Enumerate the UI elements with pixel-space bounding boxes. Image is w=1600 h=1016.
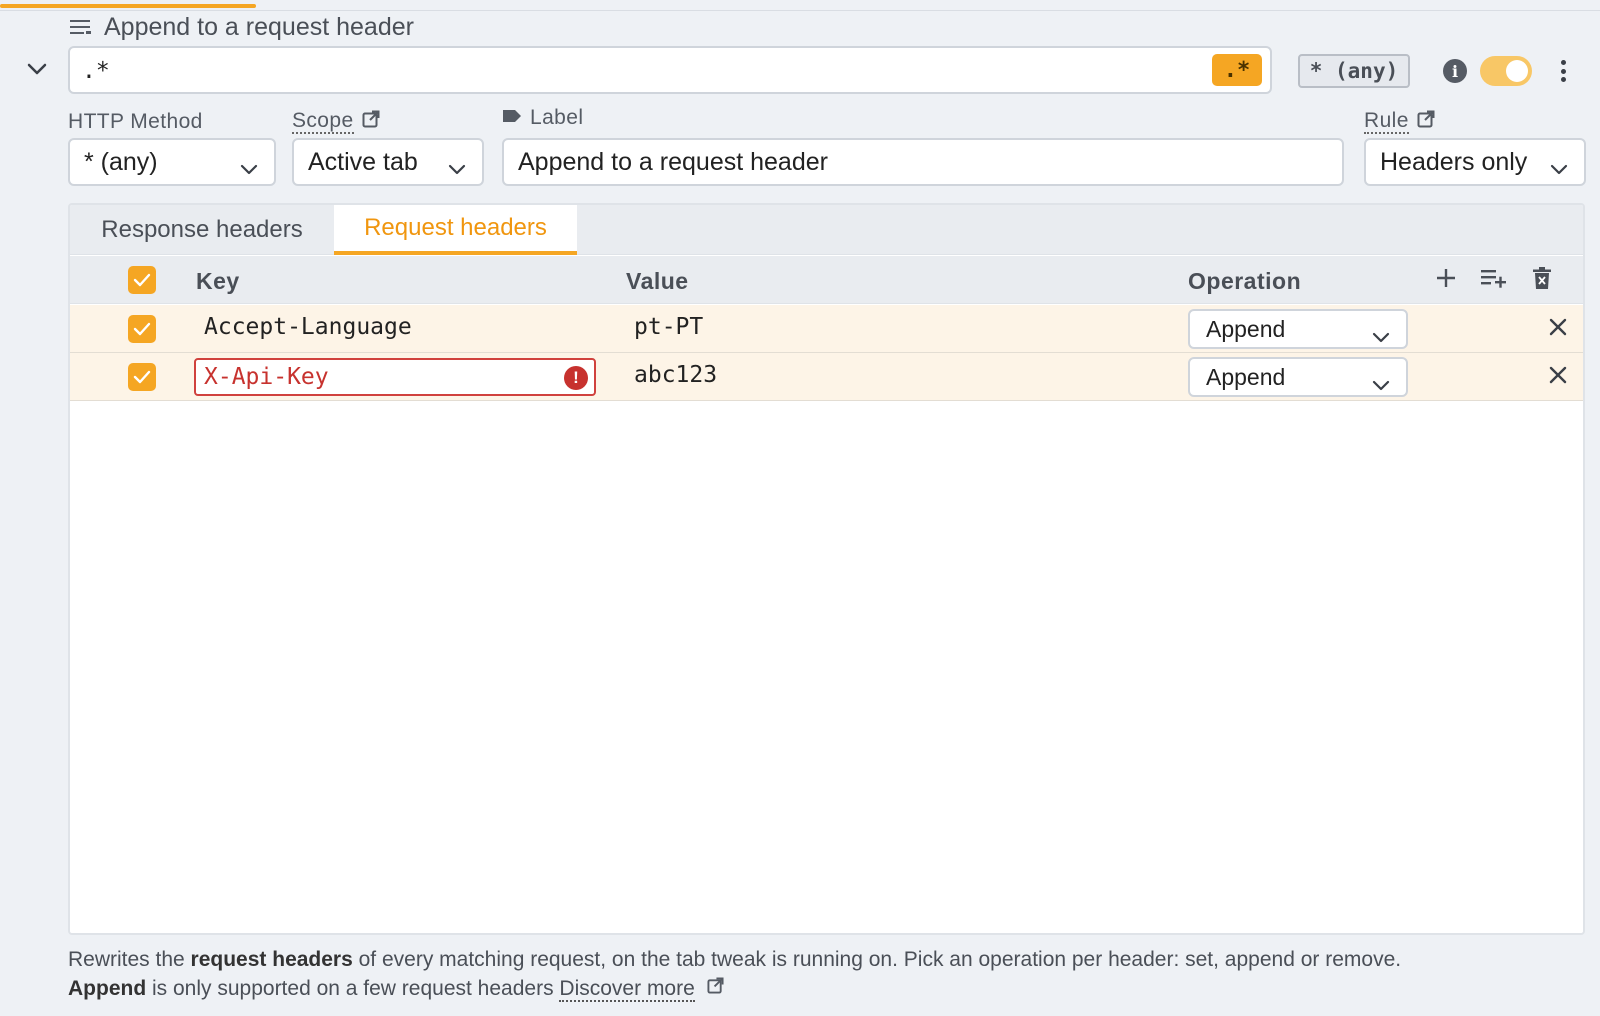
operation-select[interactable]: Append xyxy=(1188,357,1408,397)
external-link-icon[interactable] xyxy=(362,110,380,134)
scope-value: Active tab xyxy=(308,147,418,176)
rule-enabled-toggle[interactable] xyxy=(1480,56,1532,86)
http-method-select[interactable]: * (any) xyxy=(68,138,276,186)
http-method-value: * (any) xyxy=(84,147,158,176)
url-pattern-field[interactable]: .* xyxy=(68,46,1272,94)
bulk-add-button[interactable] xyxy=(1480,266,1508,294)
help-text-bold: Append xyxy=(68,977,147,1000)
label-input[interactable] xyxy=(504,140,1342,184)
remove-row-button[interactable] xyxy=(1544,363,1572,391)
kebab-dot xyxy=(1560,68,1566,74)
help-text-part: is only supported on a few request heade… xyxy=(146,977,560,1000)
close-icon xyxy=(1549,318,1567,341)
regex-toggle-button[interactable]: .* xyxy=(1212,54,1262,86)
tab-request-headers[interactable]: Request headers xyxy=(334,205,577,255)
scope-select[interactable]: Active tab xyxy=(292,138,484,186)
toggle-knob xyxy=(1506,60,1528,82)
exclamation-icon: ! xyxy=(564,366,588,390)
chevron-down-icon xyxy=(1372,323,1390,350)
list-lines-icon xyxy=(70,19,92,35)
header-tabs: Response headers Request headers xyxy=(70,205,1583,255)
discover-more-link[interactable]: Discover more xyxy=(559,977,695,1002)
table-header: Key Value Operation xyxy=(70,256,1583,304)
help-text-bold: request headers xyxy=(190,948,353,971)
rule-type-value: Headers only xyxy=(1380,147,1528,176)
external-link-icon[interactable] xyxy=(1417,110,1435,134)
method-badge[interactable]: * (any) xyxy=(1298,54,1410,88)
operation-select[interactable]: Append xyxy=(1188,309,1408,349)
column-value: Value xyxy=(626,268,689,294)
rule-type-select[interactable]: Headers only xyxy=(1364,138,1586,186)
help-line-2: Append is only supported on a few reques… xyxy=(68,974,1588,1003)
header-key-text: X-Api-Key xyxy=(204,364,329,390)
playlist-add-icon xyxy=(1481,268,1507,293)
external-link-icon[interactable] xyxy=(707,974,724,1002)
label-field-label: Label xyxy=(502,106,583,130)
headers-panel: Response headers Request headers Key Val… xyxy=(68,203,1585,935)
scope-label-text[interactable]: Scope xyxy=(292,110,354,134)
operation-value: Append xyxy=(1206,363,1286,390)
table-row: X-Api-Key ! abc123 Append xyxy=(70,353,1583,401)
help-text-part: Rewrites the xyxy=(68,948,191,971)
tab-response-headers[interactable]: Response headers xyxy=(70,205,334,255)
info-icon[interactable]: i xyxy=(1443,59,1467,83)
label-field-label-text: Label xyxy=(530,106,584,129)
column-key: Key xyxy=(196,268,240,294)
rule-type-label: Rule xyxy=(1364,110,1435,134)
add-header-button[interactable] xyxy=(1432,266,1460,294)
top-progress-bar xyxy=(0,4,256,8)
column-operation: Operation xyxy=(1188,268,1302,294)
http-method-label: HTTP Method xyxy=(68,110,203,134)
chevron-down-icon xyxy=(27,62,47,80)
scope-label: Scope xyxy=(292,110,380,134)
chevron-down-icon xyxy=(240,154,258,183)
help-text: Rewrites the request headers of every ma… xyxy=(68,946,1588,1003)
header-value-field[interactable]: pt-PT xyxy=(634,314,703,340)
tag-icon xyxy=(502,106,522,130)
kebab-dot xyxy=(1560,60,1566,65)
chevron-down-icon xyxy=(1372,371,1390,398)
clear-all-button[interactable] xyxy=(1528,266,1556,294)
top-progress-track xyxy=(0,0,1600,11)
rule-type-label-text[interactable]: Rule xyxy=(1364,110,1409,134)
url-pattern-input[interactable] xyxy=(82,56,1172,86)
more-options-button[interactable] xyxy=(1553,58,1573,84)
operation-value: Append xyxy=(1206,315,1286,342)
rule-title-row: Append to a request header xyxy=(70,12,414,42)
header-key-field[interactable]: Accept-Language xyxy=(204,314,412,340)
rule-title: Append to a request header xyxy=(104,12,414,41)
help-text-part: of every matching request, on the tab tw… xyxy=(352,948,1402,971)
chevron-down-icon xyxy=(1550,154,1568,183)
remove-row-button[interactable] xyxy=(1544,315,1572,343)
close-icon xyxy=(1549,366,1567,389)
select-all-checkbox[interactable] xyxy=(128,266,156,294)
header-value-field[interactable]: abc123 xyxy=(634,362,717,388)
plus-icon xyxy=(1436,268,1456,293)
header-key-field-error[interactable]: X-Api-Key ! xyxy=(194,358,596,396)
chevron-down-icon xyxy=(448,154,466,183)
kebab-dot xyxy=(1560,77,1566,82)
http-method-label-text: HTTP Method xyxy=(68,110,203,133)
collapse-button[interactable] xyxy=(22,56,52,86)
help-line-1: Rewrites the request headers of every ma… xyxy=(68,946,1588,974)
row-checkbox[interactable] xyxy=(128,363,156,391)
trash-icon xyxy=(1533,266,1551,294)
label-field[interactable] xyxy=(502,138,1344,186)
row-checkbox[interactable] xyxy=(128,315,156,343)
table-row: Accept-Language pt-PT Append xyxy=(70,305,1583,353)
